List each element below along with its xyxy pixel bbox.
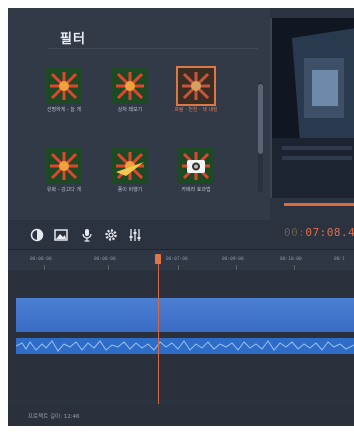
project-length: 프로젝트 길이: 12:46 <box>28 414 80 420</box>
equalizer-icon[interactable] <box>128 228 142 242</box>
ruler-label: 00:07:00 <box>166 257 188 262</box>
filter-thumbnail[interactable] <box>46 68 82 104</box>
filter-label: 종이 비행기 <box>117 187 143 193</box>
filter-label: 흐림 · 천천 · 색 내린 <box>174 107 218 113</box>
filter-label: 상처 돼보기 <box>117 107 143 113</box>
timeline-ruler[interactable]: 00:00:00 00:00:00 00:07:00 00:09:00 00:1… <box>8 250 354 270</box>
ruler-label: 00:1 <box>334 257 345 262</box>
filter-label: 선명하게 - 늘 게 <box>46 107 82 113</box>
timecode-value: 07:08.4 <box>305 226 354 239</box>
contrast-icon[interactable] <box>30 228 44 242</box>
filter-thumbnail[interactable] <box>46 148 82 184</box>
filter-thumbnail[interactable] <box>112 148 148 184</box>
playhead-line[interactable] <box>158 254 159 406</box>
video-clip[interactable] <box>16 298 354 332</box>
filter-thumbnail-selected[interactable] <box>176 66 216 106</box>
filter-thumbnail[interactable] <box>112 68 148 104</box>
ruler-label: 00:10:00 <box>280 257 302 262</box>
ruler-label: 00:09:00 <box>222 257 244 262</box>
playhead-handle[interactable] <box>155 254 161 264</box>
filter-label: 유화 - 강고다 게 <box>46 187 82 193</box>
preview-progress-bar[interactable] <box>284 203 354 206</box>
timecode-display: 00:07:08.4 <box>284 226 354 239</box>
filter-thumbnail[interactable] <box>178 148 214 184</box>
gear-icon[interactable] <box>104 228 118 242</box>
video-preview[interactable] <box>270 18 354 198</box>
ruler-label: 00:00:00 <box>30 257 52 262</box>
video-editor-window: 필터 선명하게 - 늘 게 상처 돼보기 흐림 · 천천 · 색 내린 유화 -… <box>8 8 354 426</box>
filters-title: 필터 <box>60 32 86 47</box>
microphone-icon[interactable] <box>80 228 94 242</box>
timeline-tracks <box>8 270 354 400</box>
filters-panel: 필터 선명하게 - 늘 게 상처 돼보기 흐림 · 천천 · 색 내린 유화 -… <box>8 8 270 220</box>
filters-divider <box>48 48 258 51</box>
image-icon[interactable] <box>54 228 68 242</box>
audio-clip[interactable] <box>16 338 354 354</box>
ruler-label: 00:00:00 <box>94 257 116 262</box>
filters-scrollbar-thumb[interactable] <box>258 84 263 154</box>
timecode-prefix: 00: <box>284 226 306 239</box>
filter-label: 카메라 효과법 <box>181 187 211 193</box>
